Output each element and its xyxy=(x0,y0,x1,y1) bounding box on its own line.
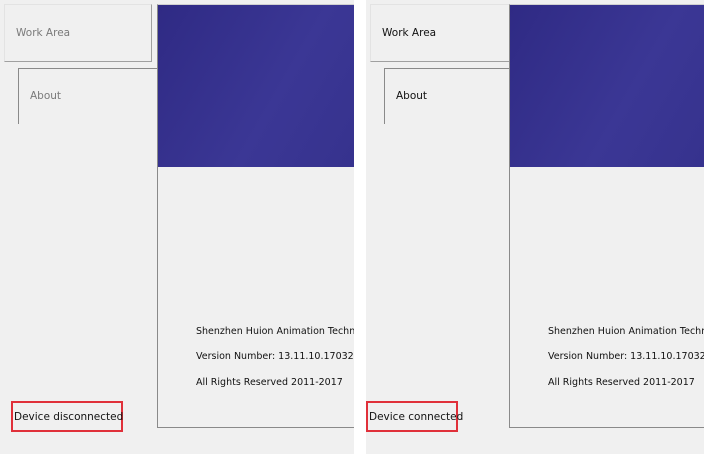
tab-about-label: About xyxy=(30,90,62,103)
company-name: Shenzhen Huion Animation Technology xyxy=(196,326,354,337)
copyright-text: All Rights Reserved 2011-2017 xyxy=(548,377,695,388)
tab-about[interactable]: About xyxy=(384,68,524,124)
tab-work-area[interactable]: Work Area xyxy=(370,4,518,62)
about-banner xyxy=(158,5,354,167)
tab-work-area[interactable]: Work Area xyxy=(4,4,152,62)
tab-work-area-label: Work Area xyxy=(16,26,71,39)
company-name: Shenzhen Huion Animation Technology xyxy=(548,326,704,337)
version-number: Version Number: 13.11.10.17032 xyxy=(548,351,704,362)
tab-about-label: About xyxy=(396,90,428,103)
tab-work-area-label: Work Area xyxy=(382,26,437,39)
about-banner xyxy=(510,5,704,167)
device-status: Device connected xyxy=(366,401,463,432)
panel-connected: Work Area About Shenzhen Huion Animation… xyxy=(366,0,704,454)
copyright-text: All Rights Reserved 2011-2017 xyxy=(196,377,343,388)
version-number: Version Number: 13.11.10.17032 xyxy=(196,351,354,362)
about-content-pane: Shenzhen Huion Animation Technology Vers… xyxy=(509,4,704,428)
tab-about[interactable]: About xyxy=(18,68,158,124)
panel-disconnected: Work Area About Shenzhen Huion Animation… xyxy=(0,0,354,454)
about-content-pane: Shenzhen Huion Animation Technology Vers… xyxy=(157,4,354,428)
device-status: Device disconnected xyxy=(11,401,123,432)
